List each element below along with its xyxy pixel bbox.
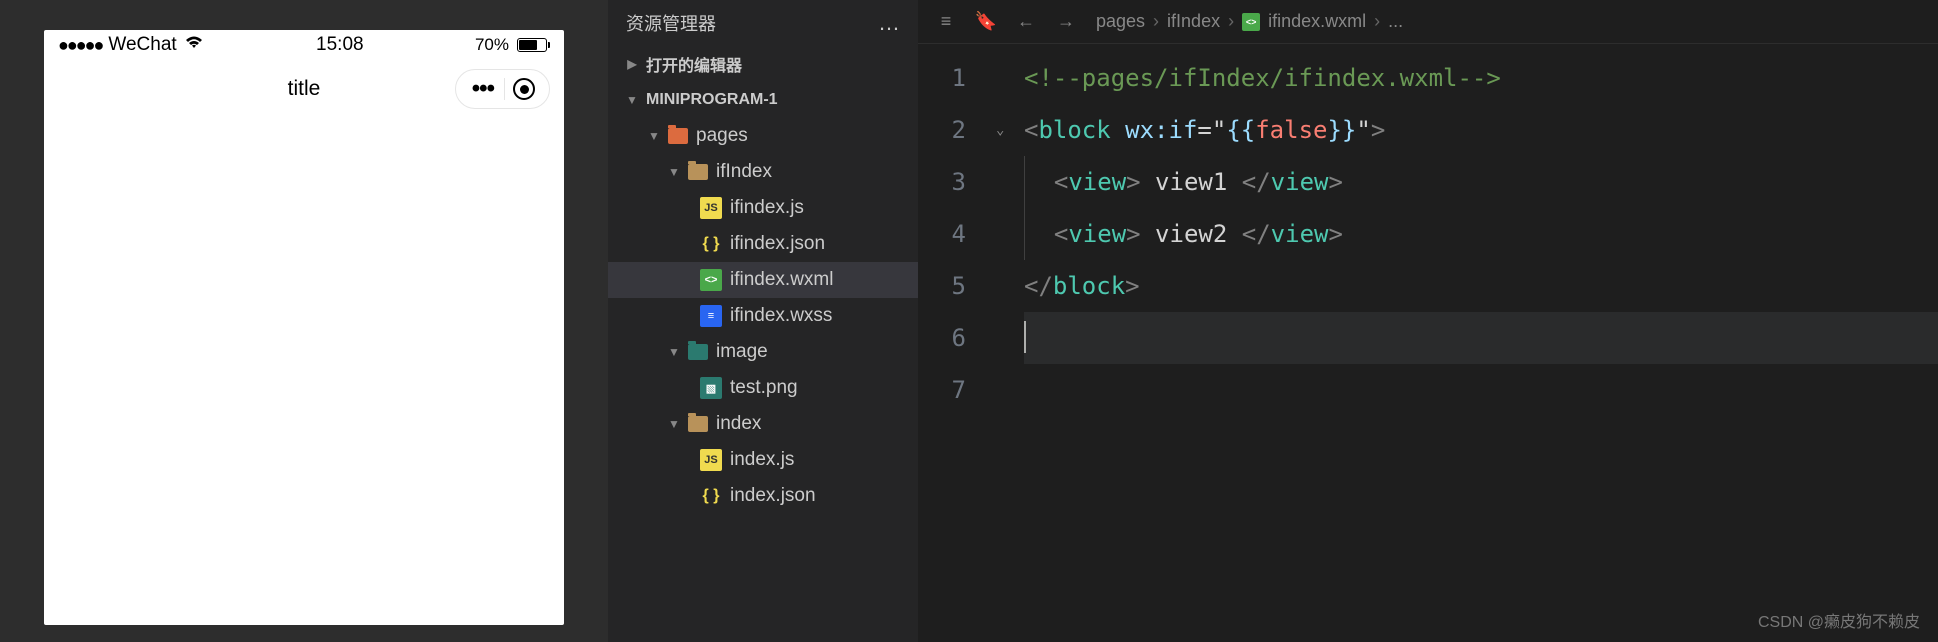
code-comment: <!--pages/ifIndex/ifindex.wxml--> [1024, 64, 1501, 92]
status-bar: ●●●●● WeChat 15:08 70% [44, 30, 564, 60]
folder-label: ifIndex [716, 161, 772, 183]
back-icon[interactable]: ← [1016, 11, 1036, 32]
open-editors-section[interactable]: ▶ 打开的编辑器 [608, 46, 918, 82]
folder-label: index [716, 413, 761, 435]
page-title: title [288, 77, 321, 101]
chevron-right-icon: › [1153, 11, 1159, 32]
file-label: ifindex.json [730, 233, 825, 255]
folder-label: pages [696, 125, 748, 147]
folder-icon [688, 164, 708, 180]
folder-icon [668, 128, 688, 144]
file-test-png[interactable]: ▧ test.png [608, 370, 918, 406]
project-section[interactable]: ▼ MINIPROGRAM-1 [608, 82, 918, 118]
file-ifindex-js[interactable]: JS ifindex.js [608, 190, 918, 226]
chevron-down-icon: ▼ [668, 417, 680, 431]
json-icon: { } [700, 485, 722, 507]
file-ifindex-wxss[interactable]: ≡ ifindex.wxss [608, 298, 918, 334]
fold-gutter: ⌄ [996, 52, 1024, 642]
phone-frame: ●●●●● WeChat 15:08 70% title ••• [44, 30, 564, 625]
breadcrumb-item[interactable]: ifindex.wxml [1268, 11, 1366, 32]
file-label: ifindex.wxss [730, 305, 832, 327]
file-ifindex-json[interactable]: { } ifindex.json [608, 226, 918, 262]
capsule-divider [504, 78, 505, 100]
wxml-icon: <> [700, 269, 722, 291]
bookmark-icon[interactable]: 🔖 [976, 11, 996, 32]
explorer-header: 资源管理器 … [608, 0, 918, 46]
editor-tab-bar: ≡ 🔖 ← → pages › ifIndex › <> ifindex.wxm… [918, 0, 1938, 44]
folder-index[interactable]: ▼ index [608, 406, 918, 442]
file-index-json[interactable]: { } index.json [608, 478, 918, 514]
file-label: ifindex.wxml [730, 269, 833, 291]
wxml-icon: <> [1242, 13, 1260, 31]
clock: 15:08 [316, 34, 364, 56]
chevron-right-icon: ▶ [626, 57, 638, 71]
json-icon: { } [700, 233, 722, 255]
image-icon: ▧ [700, 377, 722, 399]
folder-pages[interactable]: ▼ pages [608, 118, 918, 154]
folder-icon [688, 344, 708, 360]
more-icon[interactable]: ••• [466, 75, 500, 103]
js-icon: JS [700, 449, 722, 471]
chevron-down-icon: ▼ [648, 129, 660, 143]
explorer-sidebar: 资源管理器 … ▶ 打开的编辑器 ▼ MINIPROGRAM-1 ▼ pages… [608, 0, 918, 642]
folder-ifindex[interactable]: ▼ ifIndex [608, 154, 918, 190]
file-label: index.json [730, 485, 816, 507]
explorer-title: 资源管理器 [626, 10, 716, 36]
carrier-label: WeChat [108, 34, 176, 56]
chevron-down-icon: ▼ [626, 93, 638, 107]
file-label: test.png [730, 377, 798, 399]
battery-icon [517, 38, 550, 52]
wxss-icon: ≡ [700, 305, 722, 327]
watermark: CSDN @癞皮狗不赖皮 [1758, 608, 1920, 632]
explorer-more-icon[interactable]: … [878, 10, 900, 36]
code-content[interactable]: <!--pages/ifIndex/ifindex.wxml--> <block… [1024, 52, 1938, 642]
chevron-down-icon: ▼ [668, 165, 680, 179]
nav-bar: title ••• [44, 60, 564, 118]
breadcrumb[interactable]: pages › ifIndex › <> ifindex.wxml › ... [1096, 11, 1403, 32]
code-editor[interactable]: 1 2 3 4 5 6 7 ⌄ <!--pages/ifIndex/ifinde… [918, 44, 1938, 642]
file-ifindex-wxml[interactable]: <> ifindex.wxml [608, 262, 918, 298]
chevron-right-icon: › [1374, 11, 1380, 32]
capsule-button[interactable]: ••• [455, 69, 550, 109]
project-label: MINIPROGRAM-1 [646, 91, 778, 109]
simulator-pane: ●●●●● WeChat 15:08 70% title ••• [0, 0, 608, 642]
line-gutter: 1 2 3 4 5 6 7 [918, 52, 996, 642]
breadcrumb-item[interactable]: ifIndex [1167, 11, 1220, 32]
file-label: ifindex.js [730, 197, 804, 219]
open-editors-label: 打开的编辑器 [646, 52, 742, 76]
folder-image[interactable]: ▼ image [608, 334, 918, 370]
fold-icon[interactable]: ⌄ [996, 104, 1024, 156]
text-cursor [1024, 321, 1026, 353]
file-index-js[interactable]: JS index.js [608, 442, 918, 478]
list-icon[interactable]: ≡ [936, 11, 956, 32]
js-icon: JS [700, 197, 722, 219]
chevron-right-icon: › [1228, 11, 1234, 32]
breadcrumb-item[interactable]: ... [1388, 11, 1403, 32]
wifi-icon [183, 34, 205, 56]
editor-pane: ≡ 🔖 ← → pages › ifIndex › <> ifindex.wxm… [918, 0, 1938, 642]
folder-label: image [716, 341, 768, 363]
battery-percent: 70% [475, 35, 509, 55]
close-miniprogram-icon[interactable] [513, 78, 535, 100]
folder-icon [688, 416, 708, 432]
file-label: index.js [730, 449, 794, 471]
breadcrumb-item[interactable]: pages [1096, 11, 1145, 32]
signal-dots: ●●●●● [58, 35, 102, 56]
forward-icon[interactable]: → [1056, 11, 1076, 32]
chevron-down-icon: ▼ [668, 345, 680, 359]
